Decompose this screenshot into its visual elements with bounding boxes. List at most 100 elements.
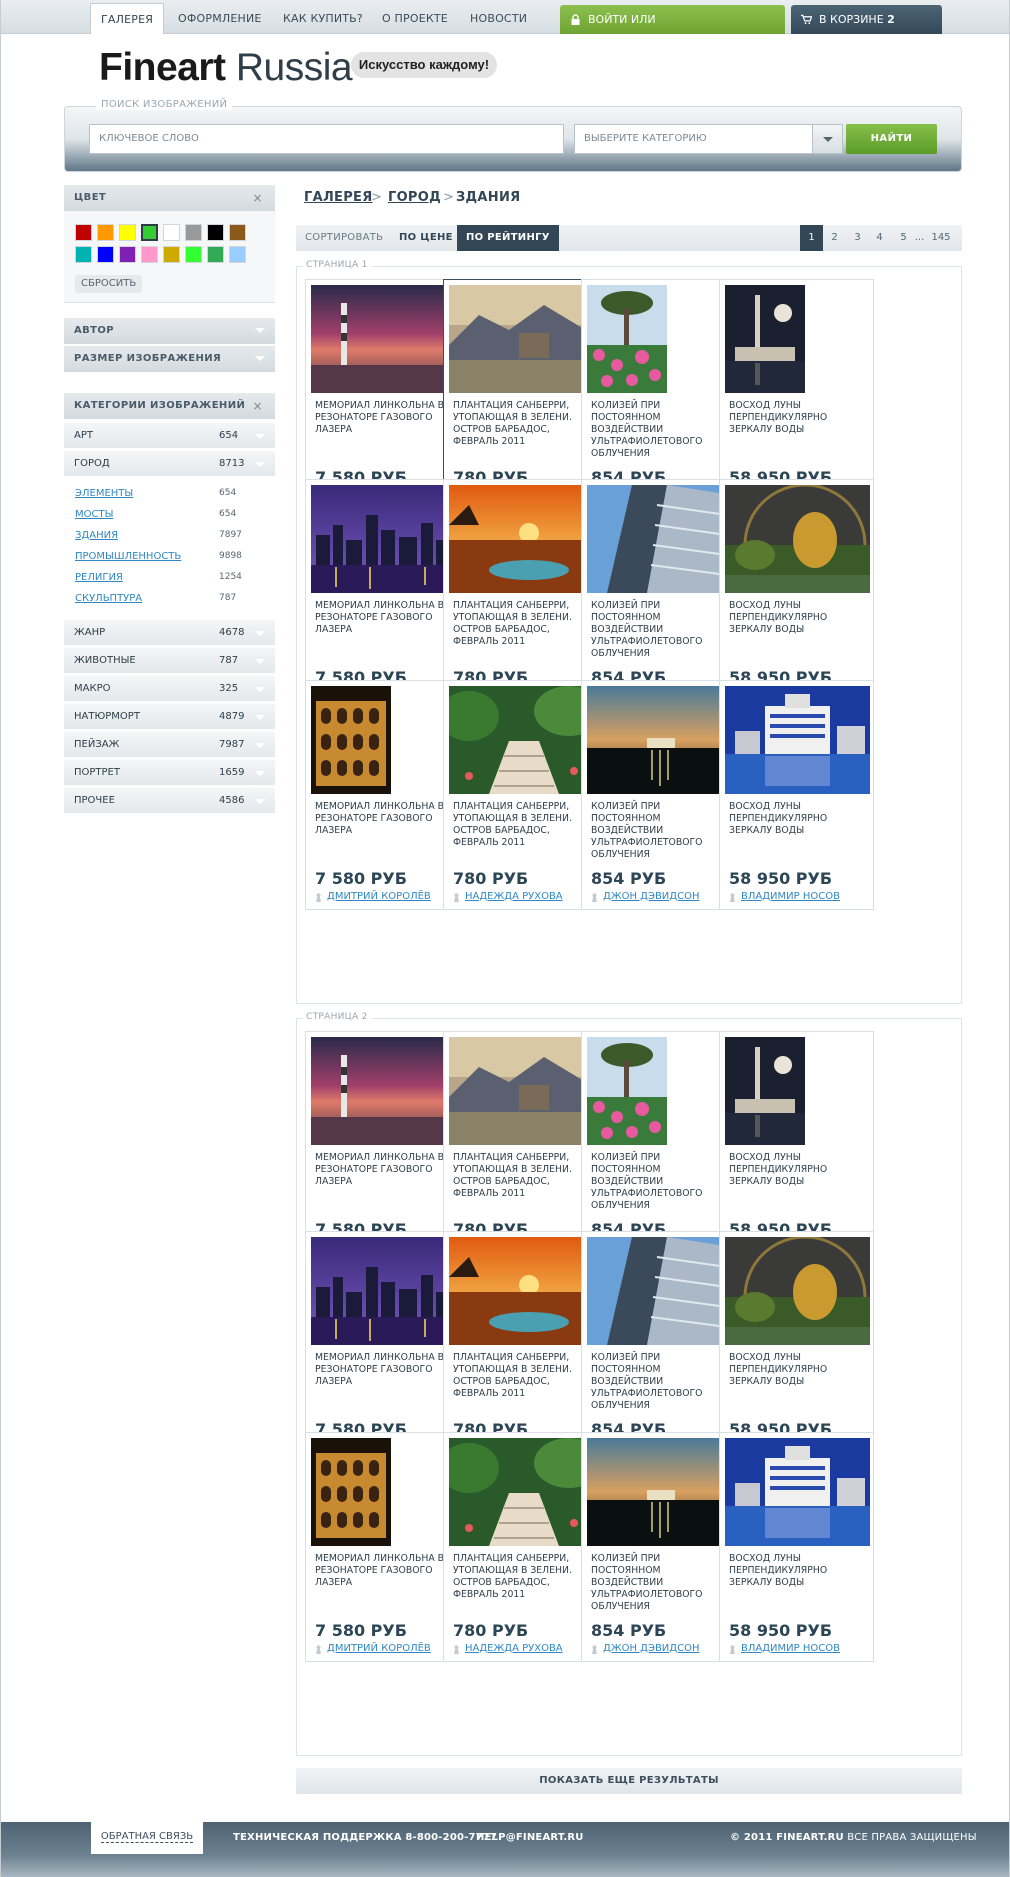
- color-swatch[interactable]: [97, 246, 114, 263]
- product-card[interactable]: ВОСХОД ЛУНЫ ПЕРПЕНДИКУЛЯРНО ЗЕРКАЛУ ВОДЫ…: [719, 680, 874, 910]
- product-title[interactable]: ВОСХОД ЛУНЫ ПЕРПЕНДИКУЛЯРНО ЗЕРКАЛУ ВОДЫ: [729, 400, 869, 436]
- product-thumbnail[interactable]: [311, 485, 456, 593]
- product-thumbnail[interactable]: [449, 1237, 594, 1345]
- product-title[interactable]: ВОСХОД ЛУНЫ ПЕРПЕНДИКУЛЯРНО ЗЕРКАЛУ ВОДЫ: [729, 1352, 869, 1388]
- product-card[interactable]: МЕМОРИАЛ ЛИНКОЛЬНА В РЕЗОНАТОРЕ ГАЗОВОГО…: [305, 279, 460, 509]
- product-thumbnail[interactable]: [725, 485, 870, 593]
- product-thumbnail[interactable]: [587, 285, 667, 393]
- product-author[interactable]: НАДЕЖДА РУХОВА: [453, 891, 563, 902]
- product-card[interactable]: ВОСХОД ЛУНЫ ПЕРПЕНДИКУЛЯРНО ЗЕРКАЛУ ВОДЫ…: [719, 1432, 874, 1662]
- product-card[interactable]: КОЛИЗЕЙ ПРИ ПОСТОЯННОМ ВОЗДЕЙСТВИИ УЛЬТР…: [581, 680, 736, 910]
- product-thumbnail[interactable]: [725, 1237, 870, 1345]
- product-thumbnail[interactable]: [725, 1438, 870, 1546]
- category-item[interactable]: ПОРТРЕТ 1659: [64, 759, 275, 785]
- support-email[interactable]: HELP@FINEART.RU: [476, 1832, 584, 1843]
- product-thumbnail[interactable]: [449, 686, 594, 794]
- category-item[interactable]: ПРОЧЕЕ 4586: [64, 787, 275, 813]
- color-swatch[interactable]: [163, 246, 180, 263]
- product-title[interactable]: ПЛАНТАЦИЯ САНБЕРРИ, УТОПАЮЩАЯ В ЗЕЛЕНИ. …: [453, 600, 593, 648]
- chevron-down-icon[interactable]: [812, 125, 842, 153]
- product-thumbnail[interactable]: [449, 1438, 594, 1546]
- page-4[interactable]: 4: [868, 225, 891, 251]
- product-title[interactable]: МЕМОРИАЛ ЛИНКОЛЬНА В РЕЗОНАТОРЕ ГАЗОВОГО…: [315, 1152, 455, 1188]
- product-thumbnail[interactable]: [587, 1438, 732, 1546]
- product-card[interactable]: ПЛАНТАЦИЯ САНБЕРРИ, УТОПАЮЩАЯ В ЗЕЛЕНИ. …: [443, 1031, 598, 1261]
- product-card[interactable]: ПЛАНТАЦИЯ САНБЕРРИ, УТОПАЮЩАЯ В ЗЕЛЕНИ. …: [443, 279, 598, 509]
- page-3[interactable]: 3: [846, 225, 869, 251]
- nav-gallery[interactable]: ГАЛЕРЕЯ: [90, 3, 165, 34]
- product-title[interactable]: МЕМОРИАЛ ЛИНКОЛЬНА В РЕЗОНАТОРЕ ГАЗОВОГО…: [315, 1553, 455, 1589]
- product-title[interactable]: ПЛАНТАЦИЯ САНБЕРРИ, УТОПАЮЩАЯ В ЗЕЛЕНИ. …: [453, 400, 593, 448]
- show-more-button[interactable]: ПОКАЗАТЬ ЕЩЕ РЕЗУЛЬТАТЫ: [296, 1768, 962, 1794]
- product-author[interactable]: ВЛАДИМИР НОСОВ: [729, 891, 840, 902]
- product-title[interactable]: ВОСХОД ЛУНЫ ПЕРПЕНДИКУЛЯРНО ЗЕРКАЛУ ВОДЫ: [729, 600, 869, 636]
- category-item[interactable]: МАКРО 325: [64, 675, 275, 701]
- color-swatch[interactable]: [185, 224, 202, 241]
- product-title[interactable]: КОЛИЗЕЙ ПРИ ПОСТОЯННОМ ВОЗДЕЙСТВИИ УЛЬТР…: [591, 400, 731, 460]
- search-button[interactable]: НАЙТИ: [846, 124, 937, 154]
- product-thumbnail[interactable]: [311, 686, 391, 794]
- product-thumbnail[interactable]: [449, 485, 594, 593]
- nav-about[interactable]: О ПРОЕКТЕ: [372, 3, 458, 34]
- product-card[interactable]: МЕМОРИАЛ ЛИНКОЛЬНА В РЕЗОНАТОРЕ ГАЗОВОГО…: [305, 1031, 460, 1261]
- product-thumbnail[interactable]: [311, 1037, 456, 1145]
- product-card[interactable]: КОЛИЗЕЙ ПРИ ПОСТОЯННОМ ВОЗДЕЙСТВИИ УЛЬТР…: [581, 1031, 736, 1261]
- subcategory-link[interactable]: ПРОМЫШЛЕННОСТЬ: [75, 551, 181, 562]
- product-card[interactable]: ВОСХОД ЛУНЫ ПЕРПЕНДИКУЛЯРНО ЗЕРКАЛУ ВОДЫ…: [719, 1231, 874, 1461]
- nav-news[interactable]: НОВОСТИ: [460, 3, 537, 34]
- product-title[interactable]: ВОСХОД ЛУНЫ ПЕРПЕНДИКУЛЯРНО ЗЕРКАЛУ ВОДЫ: [729, 801, 869, 837]
- product-card[interactable]: МЕМОРИАЛ ЛИНКОЛЬНА В РЕЗОНАТОРЕ ГАЗОВОГО…: [305, 680, 460, 910]
- product-card[interactable]: КОЛИЗЕЙ ПРИ ПОСТОЯННОМ ВОЗДЕЙСТВИИ УЛЬТР…: [581, 1231, 736, 1461]
- page-2[interactable]: 2: [823, 225, 846, 251]
- color-swatch[interactable]: [141, 224, 158, 241]
- product-thumbnail[interactable]: [725, 686, 870, 794]
- product-thumbnail[interactable]: [587, 1037, 667, 1145]
- product-title[interactable]: ПЛАНТАЦИЯ САНБЕРРИ, УТОПАЮЩАЯ В ЗЕЛЕНИ. …: [453, 1352, 593, 1400]
- color-swatch[interactable]: [141, 246, 158, 263]
- category-item[interactable]: ЖИВОТНЫЕ 787: [64, 647, 275, 673]
- size-filter-header[interactable]: РАЗМЕР ИЗОБРАЖЕНИЯ: [64, 346, 275, 372]
- color-swatch[interactable]: [207, 224, 224, 241]
- category-item[interactable]: ЖАНР 4678: [64, 619, 275, 645]
- product-thumbnail[interactable]: [725, 1037, 805, 1145]
- color-swatch[interactable]: [185, 246, 202, 263]
- color-swatch[interactable]: [229, 246, 246, 263]
- product-card[interactable]: ПЛАНТАЦИЯ САНБЕРРИ, УТОПАЮЩАЯ В ЗЕЛЕНИ. …: [443, 1231, 598, 1461]
- product-card[interactable]: ПЛАНТАЦИЯ САНБЕРРИ, УТОПАЮЩАЯ В ЗЕЛЕНИ. …: [443, 479, 598, 709]
- product-card[interactable]: ВОСХОД ЛУНЫ ПЕРПЕНДИКУЛЯРНО ЗЕРКАЛУ ВОДЫ…: [719, 479, 874, 709]
- breadcrumb-city[interactable]: ГОРОД: [388, 190, 441, 205]
- product-title[interactable]: КОЛИЗЕЙ ПРИ ПОСТОЯННОМ ВОЗДЕЙСТВИИ УЛЬТР…: [591, 1352, 731, 1412]
- product-author[interactable]: ДЖОН ДЭВИДСОН: [591, 891, 699, 902]
- product-title[interactable]: МЕМОРИАЛ ЛИНКОЛЬНА В РЕЗОНАТОРЕ ГАЗОВОГО…: [315, 801, 455, 837]
- subcategory-link[interactable]: СКУЛЬПТУРА: [75, 593, 142, 604]
- product-thumbnail[interactable]: [311, 1237, 456, 1345]
- sort-by-rating[interactable]: ПО РЕЙТИНГУ: [457, 225, 559, 251]
- product-card[interactable]: ВОСХОД ЛУНЫ ПЕРПЕНДИКУЛЯРНО ЗЕРКАЛУ ВОДЫ…: [719, 1031, 874, 1261]
- product-thumbnail[interactable]: [449, 285, 594, 393]
- product-card[interactable]: ВОСХОД ЛУНЫ ПЕРПЕНДИКУЛЯРНО ЗЕРКАЛУ ВОДЫ…: [719, 279, 874, 509]
- category-select[interactable]: ВЫБЕРИТЕ КАТЕГОРИЮ: [574, 124, 843, 154]
- cart-button[interactable]: В КОРЗИНЕ 2 ТОВАРА: [791, 5, 942, 55]
- product-thumbnail[interactable]: [449, 1037, 594, 1145]
- product-title[interactable]: ВОСХОД ЛУНЫ ПЕРПЕНДИКУЛЯРНО ЗЕРКАЛУ ВОДЫ: [729, 1152, 869, 1188]
- product-card[interactable]: КОЛИЗЕЙ ПРИ ПОСТОЯННОМ ВОЗДЕЙСТВИИ УЛЬТР…: [581, 279, 736, 509]
- subcategory-link[interactable]: ЭЛЕМЕНТЫ: [75, 488, 133, 499]
- color-swatch[interactable]: [207, 246, 224, 263]
- page-last[interactable]: 145: [926, 225, 956, 251]
- category-item[interactable]: НАТЮРМОРТ 4879: [64, 703, 275, 729]
- page-1[interactable]: 1: [800, 225, 823, 251]
- color-filter-header[interactable]: ЦВЕТ ×: [64, 185, 275, 211]
- category-item[interactable]: ГОРОД 8713: [64, 450, 275, 476]
- color-swatch[interactable]: [97, 224, 114, 241]
- product-card[interactable]: МЕМОРИАЛ ЛИНКОЛЬНА В РЕЗОНАТОРЕ ГАЗОВОГО…: [305, 1432, 460, 1662]
- author-filter-header[interactable]: АВТОР: [64, 318, 275, 344]
- subcategory-link[interactable]: РЕЛИГИЯ: [75, 572, 123, 583]
- nav-framing[interactable]: ОФОРМЛЕНИЕ: [168, 3, 272, 34]
- product-author[interactable]: ДЖОН ДЭВИДСОН: [591, 1643, 699, 1654]
- product-author[interactable]: ДМИТРИЙ КОРОЛЁВ: [315, 1643, 431, 1654]
- product-thumbnail[interactable]: [587, 686, 732, 794]
- logo[interactable]: Fineart Russia: [99, 46, 353, 90]
- category-item[interactable]: АРТ 654: [64, 422, 275, 448]
- product-author[interactable]: ДМИТРИЙ КОРОЛЁВ: [315, 891, 431, 902]
- product-title[interactable]: ПЛАНТАЦИЯ САНБЕРРИ, УТОПАЮЩАЯ В ЗЕЛЕНИ. …: [453, 801, 593, 849]
